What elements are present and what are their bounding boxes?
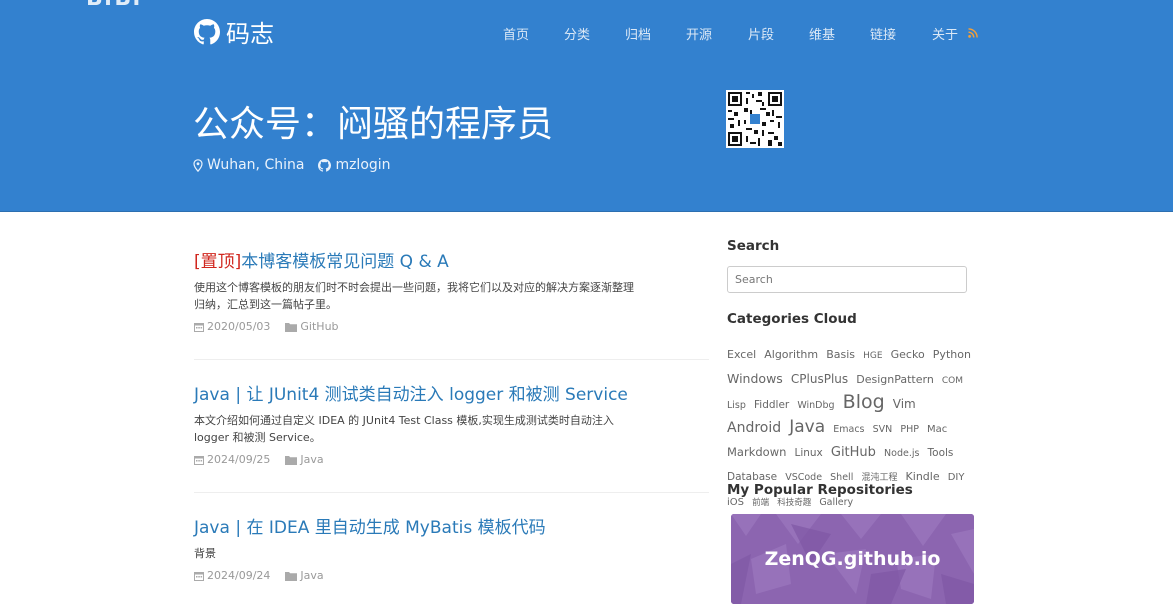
tag-link[interactable]: Windows xyxy=(727,371,783,386)
nav-item-home[interactable]: 首页 xyxy=(503,24,529,43)
search-input[interactable] xyxy=(727,266,967,293)
tag-link[interactable]: COM xyxy=(942,376,963,386)
hero-meta: Wuhan, China mzlogin xyxy=(193,157,405,173)
post-excerpt: 使用这个博客模板的朋友们时不时会提出一些问题，我将它们以及对应的解决方案逐渐整理… xyxy=(194,281,634,311)
post-category-link[interactable]: Java xyxy=(300,569,323,582)
post-meta: 2020/05/03 GitHub xyxy=(194,320,709,333)
post-title-link[interactable]: [置顶]本博客模板常见问题 Q & A xyxy=(194,252,449,272)
post-title: Java | 让 JUnit4 测试类自动注入 logger 和被测 Servi… xyxy=(194,384,709,406)
main-nav: 首页 分类 归档 开源 片段 维基 链接 关于 xyxy=(0,24,1173,44)
tag-link[interactable]: Mac xyxy=(927,424,947,435)
site-header: BfBf 码志 首页 分类 归档 开源 片段 维基 链接 关于 公众号：闷骚的程… xyxy=(0,0,1173,212)
tag-link[interactable]: Blog xyxy=(843,391,885,413)
folder-icon xyxy=(285,322,298,332)
nav-item-wiki[interactable]: 维基 xyxy=(809,24,835,43)
tag-link[interactable]: Android xyxy=(727,420,781,436)
nav-item-categories[interactable]: 分类 xyxy=(564,24,590,43)
tag-link[interactable]: Gallery xyxy=(819,497,853,508)
tag-link[interactable]: HGE xyxy=(863,351,882,361)
nav-item-archives[interactable]: 归档 xyxy=(625,24,651,43)
tag-link[interactable]: Excel xyxy=(727,348,756,361)
tag-link[interactable]: Linux xyxy=(794,447,822,459)
post-date: 2024/09/25 xyxy=(194,453,270,466)
nav-item-fragments[interactable]: 片段 xyxy=(748,24,774,43)
pinned-label: [置顶] xyxy=(194,252,242,272)
github-username: mzlogin xyxy=(335,157,391,173)
location: Wuhan, China xyxy=(193,157,304,173)
categories-heading: Categories Cloud xyxy=(727,311,857,327)
post-excerpt: 本文介绍如何通过自定义 IDEA 的 JUnit4 Test Class 模板,… xyxy=(194,414,614,444)
post-date: 2024/09/24 xyxy=(194,569,270,582)
post-list-item: Java | 让 JUnit4 测试类自动注入 logger 和被测 Servi… xyxy=(194,384,709,466)
post-title: Java | 在 IDEA 里自动生成 MyBatis 模板代码 xyxy=(194,517,709,539)
tag-link[interactable]: iOS xyxy=(727,497,744,508)
tag-link[interactable]: 科技奇趣 xyxy=(777,498,811,508)
tag-link[interactable]: 前端 xyxy=(752,498,769,508)
post-meta: 2024/09/24 Java xyxy=(194,569,709,582)
tag-link[interactable]: Tools xyxy=(928,447,954,459)
tag-link[interactable]: PHP xyxy=(900,424,919,435)
tag-link[interactable]: DIY xyxy=(948,472,965,483)
tag-link[interactable]: Gecko xyxy=(891,348,925,361)
tag-link[interactable]: CPlusPlus xyxy=(791,372,848,386)
post-date: 2020/05/03 xyxy=(194,320,270,333)
folder-icon xyxy=(285,571,298,581)
post-list-item: Java | 在 IDEA 里自动生成 MyBatis 模板代码 背景 2024… xyxy=(194,517,709,582)
hero-title: 公众号：闷骚的程序员 xyxy=(193,104,554,145)
post-category: Java xyxy=(285,453,324,466)
post-category-link[interactable]: Java xyxy=(300,453,323,466)
post-title-link[interactable]: Java | 让 JUnit4 测试类自动注入 logger 和被测 Servi… xyxy=(194,385,628,405)
post-divider xyxy=(194,359,709,360)
rss-icon[interactable] xyxy=(968,28,978,38)
tag-link[interactable]: WinDbg xyxy=(797,400,834,411)
nav-item-about[interactable]: 关于 xyxy=(932,24,958,43)
tag-link[interactable]: Emacs xyxy=(833,424,864,435)
github-icon xyxy=(318,158,332,172)
tag-link[interactable]: Markdown xyxy=(727,445,786,459)
post-title-link[interactable]: Java | 在 IDEA 里自动生成 MyBatis 模板代码 xyxy=(194,518,546,538)
nav-item-open-source[interactable]: 开源 xyxy=(686,24,712,43)
qr-code xyxy=(726,90,784,148)
tag-link[interactable]: Fiddler xyxy=(754,399,789,411)
tag-link[interactable]: Basis xyxy=(826,348,855,361)
location-pin-icon xyxy=(193,158,203,172)
tag-link[interactable]: Python xyxy=(933,348,971,361)
post-category: GitHub xyxy=(285,320,339,333)
repos-heading: My Popular Repositories xyxy=(727,482,913,498)
tag-link[interactable]: DesignPattern xyxy=(856,373,934,386)
folder-icon xyxy=(285,455,298,465)
location-text: Wuhan, China xyxy=(207,157,305,173)
post-divider xyxy=(194,492,709,493)
repo-name: ZenQG.github.io xyxy=(764,548,941,570)
watermark: BfBf xyxy=(86,0,143,11)
search-heading: Search xyxy=(727,238,780,254)
post-category-link[interactable]: GitHub xyxy=(300,320,338,333)
post-title-text: 本博客模板常见问题 Q & A xyxy=(241,252,449,272)
calendar-icon xyxy=(194,455,204,465)
tag-link[interactable]: Algorithm xyxy=(764,348,818,361)
post-excerpt: 背景 xyxy=(194,547,216,560)
tag-link[interactable]: Node.js xyxy=(884,448,919,459)
calendar-icon xyxy=(194,571,204,581)
post-category: Java xyxy=(285,569,324,582)
post-list-item: [置顶]本博客模板常见问题 Q & A 使用这个博客模板的朋友们时不时会提出一些… xyxy=(194,251,709,333)
tag-link[interactable]: Vim xyxy=(893,397,916,411)
tag-link[interactable]: Java xyxy=(789,417,825,437)
tag-link[interactable]: GitHub xyxy=(831,445,876,460)
tag-link[interactable]: Lisp xyxy=(727,400,746,411)
calendar-icon xyxy=(194,322,204,332)
post-title: [置顶]本博客模板常见问题 Q & A xyxy=(194,251,709,273)
post-meta: 2024/09/25 Java xyxy=(194,453,709,466)
tag-link[interactable]: SVN xyxy=(873,424,893,435)
repo-card[interactable]: ZenQG.github.io xyxy=(731,514,974,604)
github-profile-link[interactable]: mzlogin xyxy=(318,157,391,173)
nav-item-links[interactable]: 链接 xyxy=(870,24,896,43)
